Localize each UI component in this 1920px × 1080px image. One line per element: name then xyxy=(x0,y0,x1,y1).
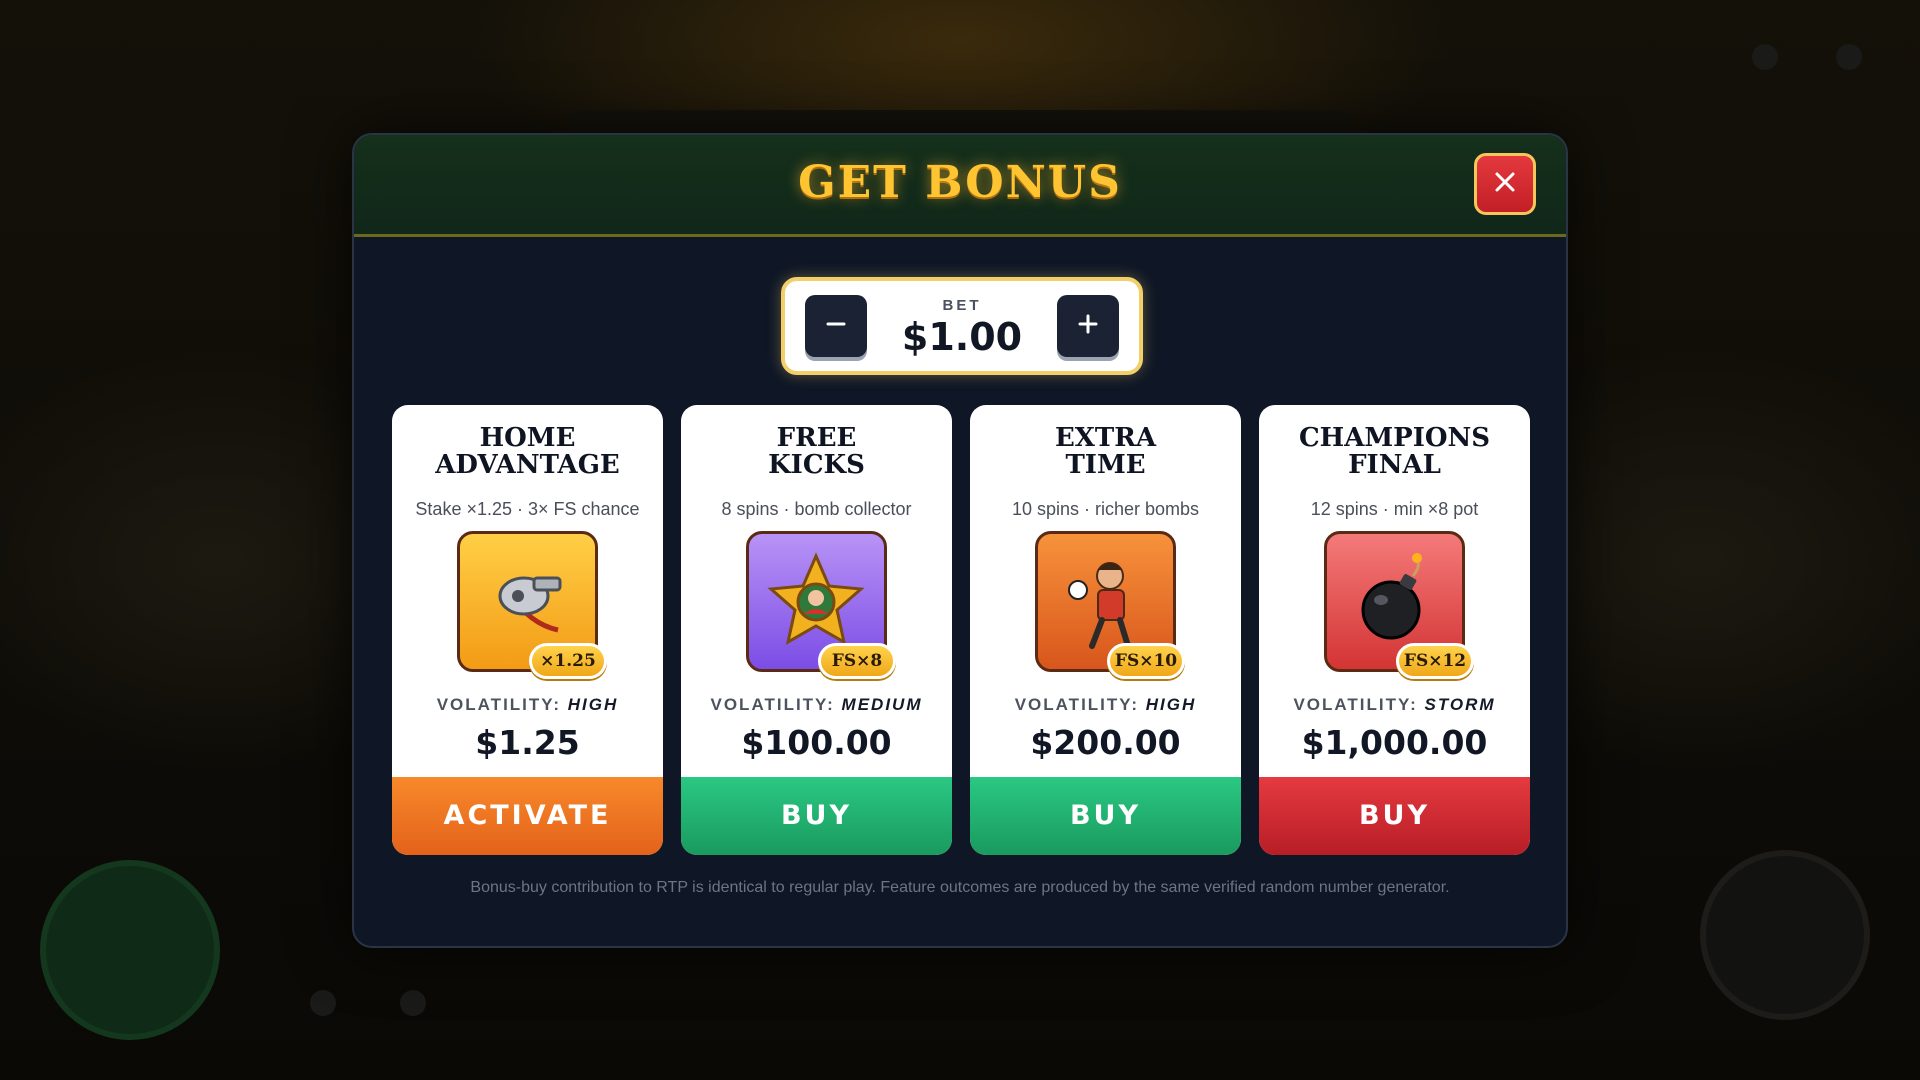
card-title: FREE KICKS xyxy=(768,423,865,480)
background-spin-button xyxy=(40,860,220,1040)
close-button[interactable] xyxy=(1474,153,1536,215)
card-badge: FS×12 xyxy=(1396,643,1474,679)
card-subtitle: 10 spins · richer bombs xyxy=(1011,499,1200,519)
background-balance xyxy=(870,995,1050,1035)
modal-title: GET BONUS xyxy=(798,157,1122,208)
bonus-card-champions-final: CHAMPIONS FINAL 12 spins · min ×8 pot FS… xyxy=(1259,405,1530,855)
card-price: $1,000.00 xyxy=(1301,723,1488,762)
background-menu-dot xyxy=(1836,44,1862,70)
bonus-card-free-kicks: FREE KICKS 8 spins · bomb collector FS×8… xyxy=(681,405,952,855)
activate-button[interactable]: ACTIVATE xyxy=(392,777,663,855)
modal-header: GET BONUS xyxy=(354,135,1566,237)
card-subtitle: 8 spins · bomb collector xyxy=(721,499,912,519)
card-volatility: VOLATILITY: HIGH xyxy=(1014,695,1197,714)
background-game-logo xyxy=(60,95,390,245)
background-menu-dot xyxy=(1752,44,1778,70)
card-volatility: VOLATILITY: STORM xyxy=(1293,695,1496,714)
card-title: HOME ADVANTAGE xyxy=(435,423,620,480)
decrease-bet-button[interactable] xyxy=(805,295,867,357)
card-subtitle: 12 spins · min ×8 pot xyxy=(1310,499,1479,519)
bet-value: $1.00 xyxy=(901,315,1023,359)
rtp-disclaimer: Bonus-buy contribution to RTP is identic… xyxy=(470,879,1450,896)
card-price: $1.25 xyxy=(475,723,580,762)
card-title: CHAMPIONS FINAL xyxy=(1298,423,1491,480)
card-price: $200.00 xyxy=(1030,723,1181,762)
bet-label: BET xyxy=(942,297,982,314)
card-volatility: VOLATILITY: MEDIUM xyxy=(710,695,923,714)
buy-button-champions-final[interactable]: BUY xyxy=(1259,777,1530,855)
bonus-card-extra-time: EXTRA TIME 10 spins · richer bombs FS×10… xyxy=(970,405,1241,855)
bonus-card-home-advantage: HOME ADVANTAGE Stake ×1.25 · 3× FS chanc… xyxy=(392,405,663,855)
card-badge: FS×8 xyxy=(818,643,896,679)
background-autoplay-button xyxy=(1700,850,1870,1020)
close-icon xyxy=(1494,171,1516,198)
background-control-dot xyxy=(400,990,426,1016)
buy-button-free-kicks[interactable]: BUY xyxy=(681,777,952,855)
minus-icon xyxy=(825,313,847,340)
increase-bet-button[interactable] xyxy=(1057,295,1119,357)
card-volatility: VOLATILITY: HIGH xyxy=(436,695,619,714)
plus-icon xyxy=(1077,313,1099,340)
buy-button-extra-time[interactable]: BUY xyxy=(970,777,1241,855)
card-subtitle: Stake ×1.25 · 3× FS chance xyxy=(415,499,640,519)
get-bonus-modal: GET BONUS BET $1.00 HOME ADVANTAGE Stake… xyxy=(352,133,1568,948)
card-badge: ×1.25 xyxy=(529,643,607,679)
card-price: $100.00 xyxy=(741,723,892,762)
background-control-dot xyxy=(310,990,336,1016)
card-title: EXTRA TIME xyxy=(1054,423,1157,480)
background-bet-display xyxy=(1430,990,1530,1030)
card-badge: FS×10 xyxy=(1107,643,1185,679)
bet-stepper: BET $1.00 xyxy=(781,277,1143,375)
